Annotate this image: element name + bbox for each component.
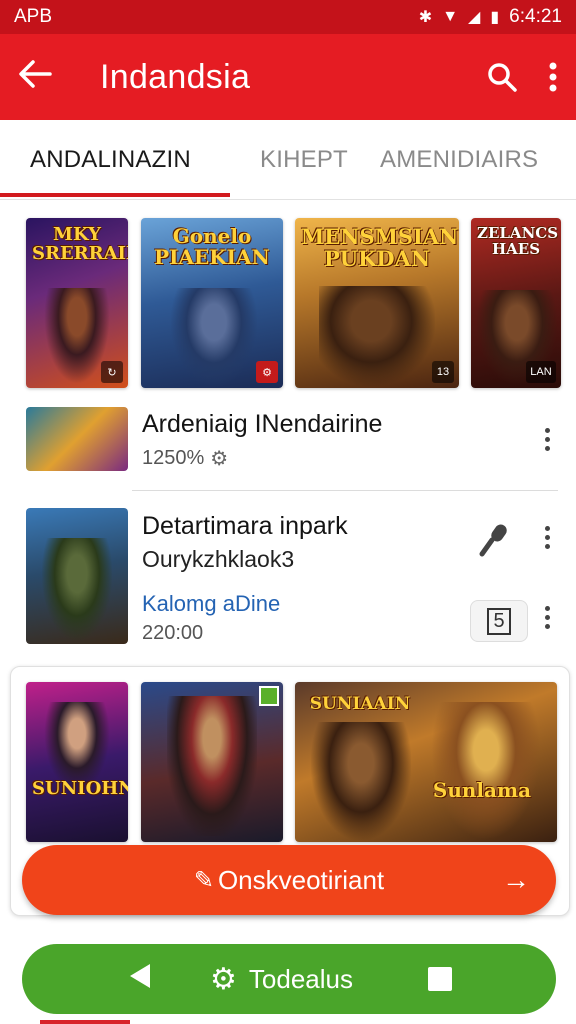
tab-kihept[interactable]: KIHEPT [260,120,348,200]
character-art [167,696,257,836]
character-art [42,538,112,640]
arrow-right-icon: → [502,864,530,895]
carrier-label: APB [14,6,53,27]
app-thumbnail[interactable] [26,407,128,471]
character-art [311,722,411,840]
featured-card[interactable]: MENSMSIAN PUKDAN 13 [295,218,459,388]
microphone-icon [479,524,507,557]
list-item-meta: 220:00 [142,622,204,644]
more-vert-icon [549,62,557,92]
tab-amenidiairs[interactable]: AMENIDIAIRS [380,120,538,200]
signal-icon: ◢ [468,9,481,26]
count-chip[interactable]: 5 [470,600,528,642]
list-item-meta: 1250% ⚙ [142,446,228,471]
promo-card[interactable] [141,682,283,842]
card-title: MKY SRERRAIN [32,224,128,264]
gear-icon: ⚙ [210,962,237,996]
character-art [171,288,257,386]
app-thumbnail[interactable] [26,508,128,644]
featured-card[interactable]: MKY SRERRAIN ↻ [26,218,128,388]
featured-card[interactable]: ZELANCS HAES LAN [471,218,561,388]
promo-card[interactable]: SUNIOHNN [26,682,128,842]
status-bar: APB ✱ ▼ ◢ ▮ 6:4:21 [0,0,576,34]
nav-back-button[interactable] [128,963,152,996]
bluetooth-icon: ✱ [418,9,433,26]
status-icons: ✱ ▼ ◢ ▮ 6:4:21 [419,6,562,28]
back-button[interactable] [18,59,68,95]
overflow-menu-button[interactable] [548,61,558,93]
featured-card[interactable]: Gonelo PIAEKIAN ⚙ [141,218,283,388]
list-item-title[interactable]: Detartimara inpark [142,512,348,541]
voice-button[interactable] [478,522,510,563]
promo-card[interactable]: SUNIAAIN Sunlama [295,682,557,842]
back-triangle-icon [130,963,150,988]
character-art [431,702,541,840]
battery-icon: ▮ [490,9,500,26]
bottom-strip [40,1020,130,1024]
chip-value: 5 [487,607,511,635]
card-title: SUNIAAIN [309,694,411,714]
gear-icon: ⚙ [210,448,229,470]
card-badge: 13 [432,361,454,383]
card-title: MENSMSIAN PUKDAN [301,224,459,272]
divider [132,490,558,491]
list-item-title[interactable]: Ardeniaig INendairine [142,410,382,439]
app-bar: Indandsia [0,34,576,120]
nav-recents-button[interactable] [428,967,452,991]
nav-home-button[interactable]: ⚙ Todealus [210,962,353,997]
card-title: ZELANCS HAES [477,224,559,258]
tab-andalinazin[interactable]: ANDALINAZIN [30,120,191,200]
item-menu-button[interactable] [537,606,557,629]
new-badge [259,686,279,706]
card-badge: LAN [526,361,556,383]
edit-icon: ✎ [193,866,214,894]
primary-action-button[interactable]: ✎ Onskveotiriant → [22,845,556,915]
developer-link[interactable]: Kalomg aDine [142,591,280,617]
card-title: SUNIOHNN [32,778,128,799]
card-badge: ↻ [101,361,123,383]
page-title: Indandsia [100,57,251,96]
card-badge: ⚙ [256,361,278,383]
wifi-icon: ▼ [442,8,459,25]
item-menu-button[interactable] [537,526,557,549]
list-item-subtitle: Ourykzhklaok3 [142,546,295,572]
navigation-bar: ⚙ Todealus [22,944,556,1014]
search-icon [488,63,517,92]
meta-value: 1250% [142,447,205,469]
tab-bar: ANDALINAZIN KIHEPT AMENIDIAIRS [0,120,576,200]
item-menu-button[interactable] [537,428,557,451]
search-button[interactable] [486,61,518,93]
clock: 6:4:21 [509,6,562,27]
card-subtitle: Sunlama [432,778,532,802]
card-title: Gonelo PIAEKIAN [154,224,270,269]
primary-action-label: Onskveotiriant [217,864,385,895]
nav-home-label: Todealus [248,963,353,994]
tab-indicator [0,193,230,197]
arrow-left-icon [19,60,52,88]
character-art [319,286,435,386]
